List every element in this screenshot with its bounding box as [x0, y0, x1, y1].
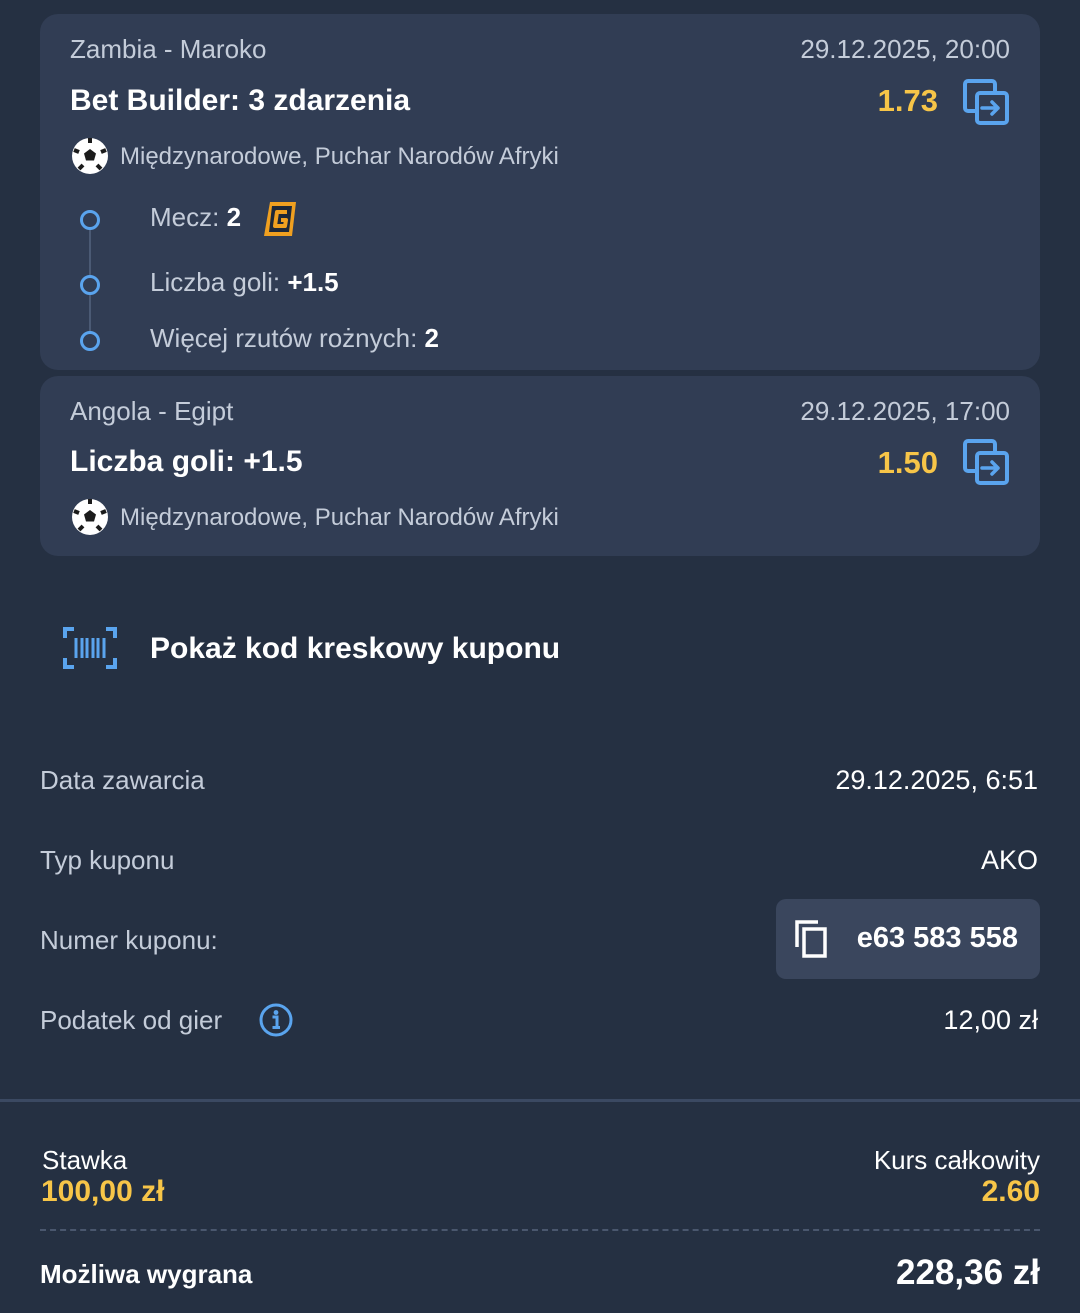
- soccer-ball-icon: [70, 136, 110, 176]
- date-label: Data zawarcia: [40, 765, 205, 795]
- coupon-number: e63 583 558: [856, 922, 1018, 954]
- info-icon[interactable]: [258, 1002, 294, 1038]
- possible-win-label: Możliwa wygrana: [40, 1259, 253, 1289]
- bet-title: Liczba goli: +1.5: [70, 445, 303, 478]
- league-name: Międzynarodowe, Puchar Narodów Afryki: [120, 143, 559, 170]
- match-name: Angola - Egipt: [70, 396, 234, 426]
- bet-card[interactable]: Zambia - Maroko 29.12.2025, 20:00 Bet Bu…: [40, 14, 1040, 370]
- timeline-connector: [89, 230, 91, 278]
- tax-label: Podatek od gier: [40, 1005, 223, 1035]
- league-name: Międzynarodowe, Puchar Narodów Afryki: [120, 504, 559, 531]
- copy-coupon-number-button[interactable]: e63 583 558: [776, 899, 1040, 979]
- coupon-details-screen: Zambia - Maroko 29.12.2025, 20:00 Bet Bu…: [0, 0, 1080, 1313]
- date-value: 29.12.2025, 6:51: [835, 765, 1038, 795]
- match-name: Zambia - Maroko: [70, 34, 267, 64]
- match-datetime: 29.12.2025, 20:00: [800, 34, 1010, 64]
- selection-item: Więcej rzutów rożnych: 2: [150, 323, 439, 353]
- stake-value: 100,00 zł: [41, 1175, 165, 1208]
- copy-to-betslip-icon[interactable]: [962, 438, 1010, 486]
- total-odds-label: Kurs całkowity: [873, 1145, 1040, 1175]
- type-label: Typ kuponu: [40, 845, 175, 875]
- number-label: Numer kuponu:: [40, 925, 218, 955]
- selection-item: Liczba goli: +1.5: [150, 267, 339, 297]
- possible-win-value: 228,36 zł: [896, 1253, 1040, 1292]
- timeline-connector: [89, 294, 91, 334]
- type-value: AKO: [980, 845, 1038, 875]
- bet-odds: 1.50: [877, 445, 938, 480]
- tax-value: 12,00 zł: [943, 1005, 1038, 1035]
- selection-item: Mecz: 2: [150, 202, 242, 232]
- match-datetime: 29.12.2025, 17:00: [800, 396, 1010, 426]
- barcode-label: Pokaż kod kreskowy kuponu: [150, 632, 561, 665]
- bet-odds: 1.73: [877, 83, 938, 118]
- bet-card[interactable]: Angola - Egipt 29.12.2025, 17:00 Liczba …: [40, 376, 1040, 556]
- timeline-dot: [80, 275, 100, 295]
- copy-to-betslip-icon[interactable]: [962, 78, 1010, 126]
- dashed-separator: [40, 1229, 1040, 1231]
- barcode-icon: [62, 626, 118, 670]
- timeline-dot: [80, 210, 100, 230]
- soccer-ball-icon: [70, 497, 110, 537]
- bet-title: Bet Builder: 3 zdarzenia: [70, 84, 411, 117]
- stake-label: Stawka: [42, 1145, 128, 1175]
- copy-icon: [794, 919, 830, 959]
- total-odds-value: 2.60: [981, 1175, 1040, 1208]
- section-divider: [0, 1099, 1080, 1102]
- timeline-dot: [80, 331, 100, 351]
- boost-g-icon: [260, 199, 300, 239]
